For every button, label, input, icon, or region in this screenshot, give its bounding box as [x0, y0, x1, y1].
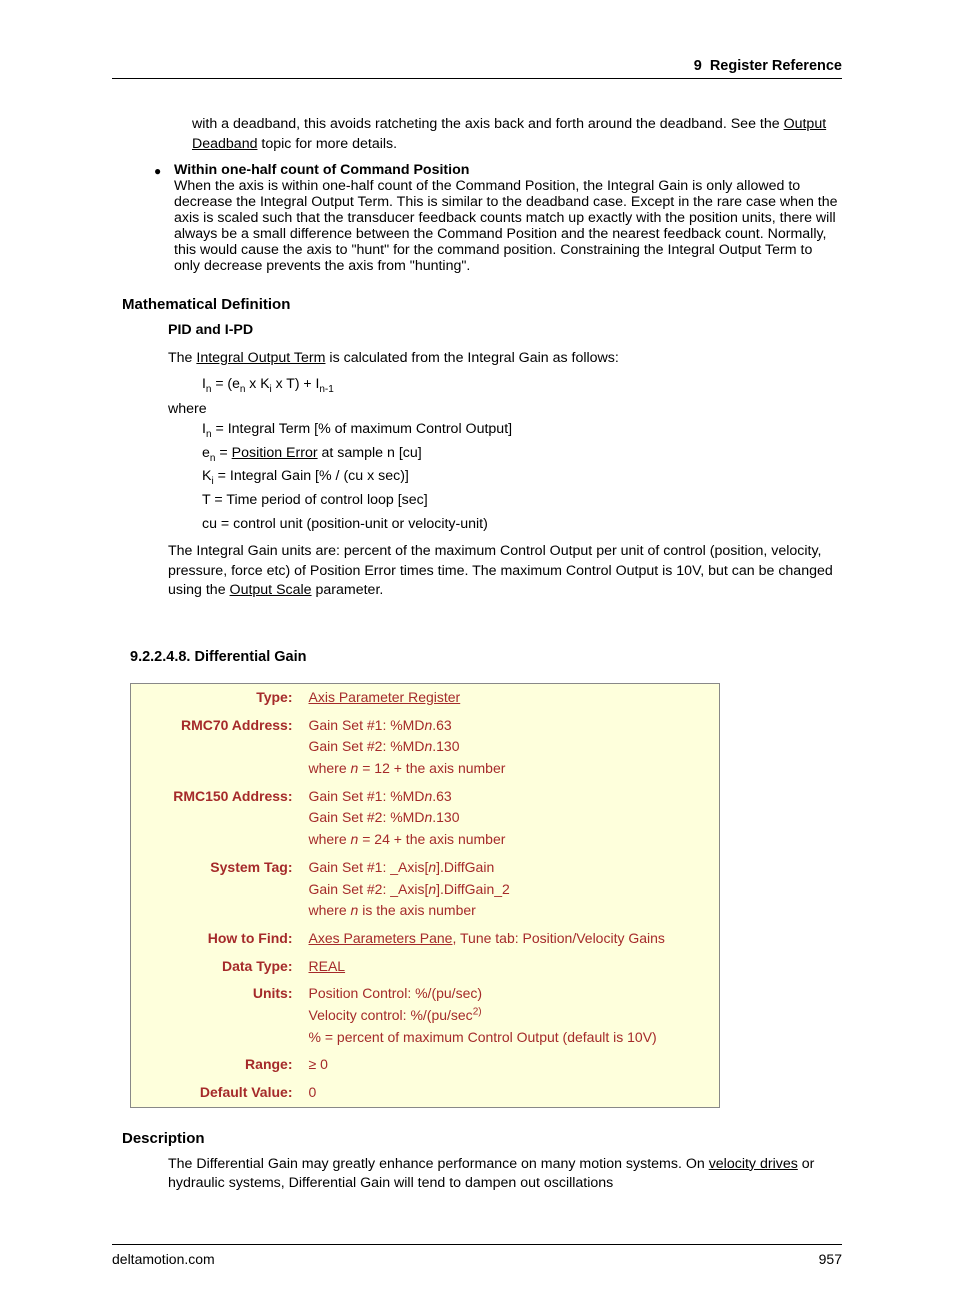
text: = — [219, 445, 231, 461]
table-value: REAL — [301, 953, 720, 981]
table-row: Units:Position Control: %/(pu/sec)Veloci… — [131, 980, 720, 1051]
info-table: Type:Axis Parameter RegisterRMC70 Addres… — [130, 683, 720, 1108]
text: topic for more details. — [257, 136, 397, 152]
page-footer: deltamotion.com 957 — [112, 1244, 842, 1267]
table-value: ≥ 0 — [301, 1051, 720, 1079]
table-label: Data Type: — [131, 953, 301, 981]
def-en: en = Position Error at sample n [cu] — [202, 444, 842, 464]
link-output-scale[interactable]: Output Scale — [230, 582, 312, 598]
table-value: Axis Parameter Register — [301, 684, 720, 712]
text: The Differential Gain may greatly enhanc… — [168, 1156, 709, 1172]
subsec-title: Differential Gain — [195, 649, 307, 665]
text: at sample n [cu] — [318, 445, 422, 461]
table-row: Type:Axis Parameter Register — [131, 684, 720, 712]
link-position-error[interactable]: Position Error — [232, 445, 318, 461]
table-row: RMC150 Address:Gain Set #1: %MDn.63Gain … — [131, 783, 720, 854]
intro-paragraph: with a deadband, this avoids ratcheting … — [192, 115, 842, 154]
table-label: Range: — [131, 1051, 301, 1079]
table-value: 0 — [301, 1079, 720, 1107]
table-label: System Tag: — [131, 854, 301, 925]
footer-right: 957 — [819, 1251, 842, 1267]
page-body: with a deadband, this avoids ratcheting … — [112, 115, 842, 1194]
description-paragraph: The Differential Gain may greatly enhanc… — [168, 1155, 842, 1194]
header-title: Register Reference — [710, 58, 842, 74]
table-row: Default Value:0 — [131, 1079, 720, 1107]
table-label: Default Value: — [131, 1079, 301, 1107]
text: parameter. — [312, 582, 384, 598]
def-T: T = Time period of control loop [sec] — [202, 491, 842, 511]
text: is calculated from the Integral Gain as … — [325, 350, 618, 366]
table-label: RMC70 Address: — [131, 712, 301, 783]
link-velocity-drives[interactable]: velocity drives — [709, 1156, 798, 1172]
bullet-body-text: When the axis is within one-half count o… — [174, 178, 838, 274]
table-value: Position Control: %/(pu/sec)Velocity con… — [301, 980, 720, 1051]
subheading-pid: PID and I-PD — [168, 321, 842, 341]
def-Ki: Ki = Integral Gain [% / (cu x sec)] — [202, 467, 842, 487]
page-header: 9 Register Reference — [112, 58, 842, 79]
formula: In = (en x Ki x T) + In-1 — [202, 374, 842, 393]
definition-list: In = Integral Term [% of maximum Control… — [202, 420, 842, 534]
table-value: Gain Set #1: %MDn.63Gain Set #2: %MDn.13… — [301, 712, 720, 783]
heading-description: Description — [122, 1130, 842, 1147]
math-trail: The Integral Gain units are: percent of … — [168, 542, 842, 601]
where-label: where — [168, 400, 842, 420]
header-chapter: 9 — [694, 58, 702, 74]
link-integral-output-term[interactable]: Integral Output Term — [196, 350, 325, 366]
table-value: Gain Set #1: _Axis[n].DiffGainGain Set #… — [301, 854, 720, 925]
table-row: Range:≥ 0 — [131, 1051, 720, 1079]
table-row: Data Type:REAL — [131, 953, 720, 981]
bullet-icon: ● — [150, 162, 174, 181]
math-lead: The Integral Output Term is calculated f… — [168, 349, 842, 369]
heading-mathematical-definition: Mathematical Definition — [122, 296, 842, 313]
table-label: Type: — [131, 684, 301, 712]
table-label: How to Find: — [131, 925, 301, 953]
table-value: Gain Set #1: %MDn.63Gain Set #2: %MDn.13… — [301, 783, 720, 854]
table-row: How to Find:Axes Parameters Pane, Tune t… — [131, 925, 720, 953]
bullet-title: Within one-half count of Command Positio… — [174, 162, 469, 178]
bullet-item: ● Within one-half count of Command Posit… — [150, 162, 842, 274]
text: = Integral Gain [% / (cu x sec)] — [218, 468, 409, 484]
text: The — [168, 350, 196, 366]
def-cu: cu = control unit (position-unit or velo… — [202, 515, 842, 535]
text: with a deadband, this avoids ratcheting … — [192, 116, 784, 132]
subsec-number: 9.2.2.4.8. — [130, 649, 190, 665]
text: = Integral Term [% of maximum Control Ou… — [215, 421, 512, 437]
table-label: Units: — [131, 980, 301, 1051]
table-value: Axes Parameters Pane, Tune tab: Position… — [301, 925, 720, 953]
table-row: RMC70 Address:Gain Set #1: %MDn.63Gain S… — [131, 712, 720, 783]
def-In: In = Integral Term [% of maximum Control… — [202, 420, 842, 440]
table-label: RMC150 Address: — [131, 783, 301, 854]
subsection-heading: 9.2.2.4.8. Differential Gain — [130, 647, 842, 667]
table-row: System Tag:Gain Set #1: _Axis[n].DiffGai… — [131, 854, 720, 925]
footer-left: deltamotion.com — [112, 1251, 215, 1267]
